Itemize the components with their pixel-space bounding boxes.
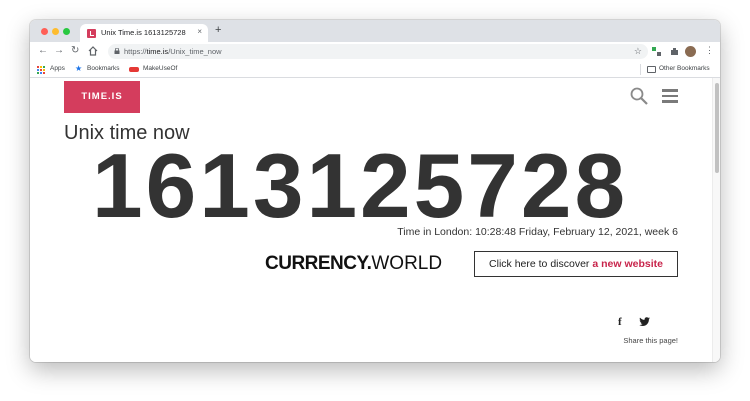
apps-icon (37, 66, 45, 74)
browser-window: Unix Time.is 1613125728 × + ← → ↻ https:… (30, 20, 720, 362)
tab-title: Unix Time.is 1613125728 (101, 28, 186, 37)
maximize-window-button[interactable] (63, 28, 70, 35)
bookmarks-bar: Apps ★ Bookmarks MakeUseOf Other Bookmar… (30, 61, 720, 78)
address-bar[interactable]: https://time.is/Unix_time_now ☆ (108, 44, 648, 59)
discover-button-prefix: Click here to discover (489, 258, 593, 270)
avatar[interactable] (685, 46, 696, 57)
twitter-icon[interactable] (639, 317, 650, 327)
page-content: TIME.IS Unix time now 1613125728 Time in… (30, 78, 720, 362)
new-tab-button[interactable]: + (215, 25, 221, 36)
other-bookmarks[interactable]: Other Bookmarks (659, 65, 710, 72)
currency-world-logo[interactable]: CURRENCY.WORLD (265, 253, 442, 275)
scrollbar-thumb[interactable] (715, 83, 719, 173)
extension-icon[interactable] (652, 47, 661, 56)
makeuseof-icon (129, 67, 139, 72)
browser-toolbar: ← → ↻ https://time.is/Unix_time_now ☆ ⋮ (30, 42, 720, 61)
menu-icon[interactable] (662, 89, 678, 103)
star-icon[interactable]: ☆ (634, 46, 642, 57)
currency-logo-light: WORLD (371, 253, 443, 274)
reload-icon[interactable]: ↻ (71, 46, 79, 56)
discover-button-accent: a new website (592, 258, 663, 270)
bookmarks-divider (640, 64, 641, 75)
discover-website-button[interactable]: Click here to discover a new website (474, 251, 678, 277)
scrollbar[interactable] (712, 78, 720, 362)
facebook-icon[interactable]: f (618, 316, 622, 328)
bookmark-apps[interactable]: Apps (50, 65, 65, 72)
bookmark-star-icon: ★ (75, 64, 83, 73)
site-logo[interactable]: TIME.IS (64, 81, 140, 113)
folder-icon (647, 66, 656, 73)
back-icon[interactable]: ← (38, 46, 48, 56)
home-icon[interactable] (88, 46, 98, 56)
bookmark-bookmarks[interactable]: Bookmarks (87, 65, 120, 72)
bookmark-makeuseof[interactable]: MakeUseOf (143, 65, 177, 72)
browser-menu-icon[interactable]: ⋮ (705, 45, 714, 56)
lock-icon (114, 48, 120, 54)
close-window-button[interactable] (41, 28, 48, 35)
favicon-icon (87, 29, 96, 38)
minimize-window-button[interactable] (52, 28, 59, 35)
london-time: Time in London: 10:28:48 Friday, Februar… (397, 226, 678, 238)
currency-logo-bold: CURRENCY. (265, 253, 372, 274)
forward-icon[interactable]: → (54, 46, 64, 56)
tab-strip: Unix Time.is 1613125728 × + (30, 20, 720, 43)
url-text: https://time.is/Unix_time_now (124, 47, 222, 56)
tab-close-icon[interactable]: × (197, 27, 202, 36)
puzzle-icon[interactable] (670, 47, 679, 56)
search-icon[interactable] (630, 87, 648, 105)
share-text: Share this page! (623, 336, 678, 345)
active-tab[interactable]: Unix Time.is 1613125728 × (80, 24, 208, 43)
